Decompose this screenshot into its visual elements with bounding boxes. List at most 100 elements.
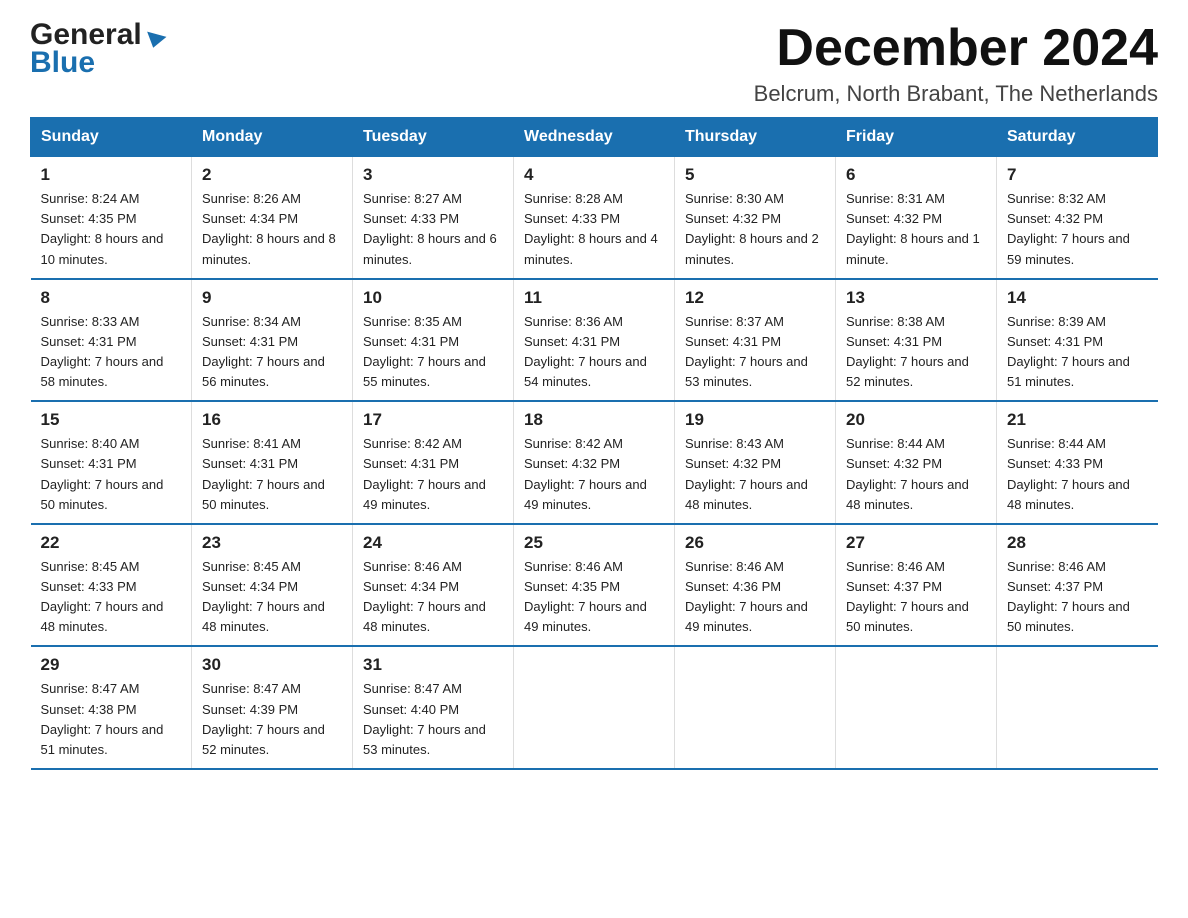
day-info-17: Sunrise: 8:42 AMSunset: 4:31 PMDaylight:… [363, 434, 503, 515]
day-cell-21: 21 Sunrise: 8:44 AMSunset: 4:33 PMDayligh… [997, 401, 1158, 524]
header-saturday: Saturday [997, 118, 1158, 157]
day-number-17: 17 [363, 410, 503, 430]
day-info-23: Sunrise: 8:45 AMSunset: 4:34 PMDaylight:… [202, 557, 342, 638]
page-header: General Blue December 2024 Belcrum, Nort… [30, 20, 1158, 107]
day-number-29: 29 [41, 655, 182, 675]
day-cell-11: 11 Sunrise: 8:36 AMSunset: 4:31 PMDayligh… [514, 279, 675, 402]
day-number-9: 9 [202, 288, 342, 308]
title-section: December 2024 Belcrum, North Brabant, Th… [754, 20, 1158, 107]
day-cell-2: 2 Sunrise: 8:26 AMSunset: 4:34 PMDaylight… [192, 157, 353, 279]
day-cell-15: 15 Sunrise: 8:40 AMSunset: 4:31 PMDayligh… [31, 401, 192, 524]
day-number-3: 3 [363, 165, 503, 185]
header-friday: Friday [836, 118, 997, 157]
day-cell-1: 1 Sunrise: 8:24 AMSunset: 4:35 PMDaylight… [31, 157, 192, 279]
day-info-14: Sunrise: 8:39 AMSunset: 4:31 PMDaylight:… [1007, 312, 1148, 393]
month-title: December 2024 [754, 20, 1158, 77]
day-cell-31: 31 Sunrise: 8:47 AMSunset: 4:40 PMDayligh… [353, 646, 514, 769]
day-info-26: Sunrise: 8:46 AMSunset: 4:36 PMDaylight:… [685, 557, 825, 638]
day-info-18: Sunrise: 8:42 AMSunset: 4:32 PMDaylight:… [524, 434, 664, 515]
day-info-10: Sunrise: 8:35 AMSunset: 4:31 PMDaylight:… [363, 312, 503, 393]
day-info-30: Sunrise: 8:47 AMSunset: 4:39 PMDaylight:… [202, 679, 342, 760]
day-cell-12: 12 Sunrise: 8:37 AMSunset: 4:31 PMDayligh… [675, 279, 836, 402]
day-info-12: Sunrise: 8:37 AMSunset: 4:31 PMDaylight:… [685, 312, 825, 393]
day-info-31: Sunrise: 8:47 AMSunset: 4:40 PMDaylight:… [363, 679, 503, 760]
day-cell-14: 14 Sunrise: 8:39 AMSunset: 4:31 PMDayligh… [997, 279, 1158, 402]
day-number-4: 4 [524, 165, 664, 185]
day-info-5: Sunrise: 8:30 AMSunset: 4:32 PMDaylight:… [685, 189, 825, 270]
day-info-2: Sunrise: 8:26 AMSunset: 4:34 PMDaylight:… [202, 189, 342, 270]
calendar-header-row: SundayMondayTuesdayWednesdayThursdayFrid… [31, 118, 1158, 157]
day-number-10: 10 [363, 288, 503, 308]
logo-blue-text: Blue [30, 48, 165, 78]
day-number-16: 16 [202, 410, 342, 430]
day-number-6: 6 [846, 165, 986, 185]
day-number-30: 30 [202, 655, 342, 675]
day-cell-13: 13 Sunrise: 8:38 AMSunset: 4:31 PMDayligh… [836, 279, 997, 402]
day-cell-28: 28 Sunrise: 8:46 AMSunset: 4:37 PMDayligh… [997, 524, 1158, 647]
day-number-28: 28 [1007, 533, 1148, 553]
day-info-16: Sunrise: 8:41 AMSunset: 4:31 PMDaylight:… [202, 434, 342, 515]
day-number-19: 19 [685, 410, 825, 430]
day-info-4: Sunrise: 8:28 AMSunset: 4:33 PMDaylight:… [524, 189, 664, 270]
week-row-3: 15 Sunrise: 8:40 AMSunset: 4:31 PMDayligh… [31, 401, 1158, 524]
header-sunday: Sunday [31, 118, 192, 157]
day-info-21: Sunrise: 8:44 AMSunset: 4:33 PMDaylight:… [1007, 434, 1148, 515]
calendar-table: SundayMondayTuesdayWednesdayThursdayFrid… [30, 117, 1158, 770]
day-number-23: 23 [202, 533, 342, 553]
day-info-13: Sunrise: 8:38 AMSunset: 4:31 PMDaylight:… [846, 312, 986, 393]
header-monday: Monday [192, 118, 353, 157]
day-info-28: Sunrise: 8:46 AMSunset: 4:37 PMDaylight:… [1007, 557, 1148, 638]
day-number-11: 11 [524, 288, 664, 308]
day-number-31: 31 [363, 655, 503, 675]
day-cell-6: 6Sunrise: 8:31 AMSunset: 4:32 PMDaylight… [836, 157, 997, 279]
day-number-14: 14 [1007, 288, 1148, 308]
day-info-15: Sunrise: 8:40 AMSunset: 4:31 PMDaylight:… [41, 434, 182, 515]
day-cell-30: 30 Sunrise: 8:47 AMSunset: 4:39 PMDayligh… [192, 646, 353, 769]
header-tuesday: Tuesday [353, 118, 514, 157]
week-row-5: 29 Sunrise: 8:47 AMSunset: 4:38 PMDayligh… [31, 646, 1158, 769]
day-cell-18: 18 Sunrise: 8:42 AMSunset: 4:32 PMDayligh… [514, 401, 675, 524]
day-cell-24: 24Sunrise: 8:46 AMSunset: 4:34 PMDayligh… [353, 524, 514, 647]
day-number-18: 18 [524, 410, 664, 430]
day-cell-7: 7Sunrise: 8:32 AMSunset: 4:32 PMDaylight… [997, 157, 1158, 279]
empty-cell [836, 646, 997, 769]
week-row-1: 1 Sunrise: 8:24 AMSunset: 4:35 PMDaylight… [31, 157, 1158, 279]
header-wednesday: Wednesday [514, 118, 675, 157]
empty-cell [675, 646, 836, 769]
empty-cell [997, 646, 1158, 769]
day-info-3: Sunrise: 8:27 AMSunset: 4:33 PMDaylight:… [363, 189, 503, 270]
day-number-15: 15 [41, 410, 182, 430]
day-cell-19: 19 Sunrise: 8:43 AMSunset: 4:32 PMDayligh… [675, 401, 836, 524]
day-cell-27: 27Sunrise: 8:46 AMSunset: 4:37 PMDayligh… [836, 524, 997, 647]
day-info-8: Sunrise: 8:33 AMSunset: 4:31 PMDaylight:… [41, 312, 182, 393]
day-cell-9: 9Sunrise: 8:34 AMSunset: 4:31 PMDaylight… [192, 279, 353, 402]
day-info-25: Sunrise: 8:46 AMSunset: 4:35 PMDaylight:… [524, 557, 664, 638]
day-cell-17: 17 Sunrise: 8:42 AMSunset: 4:31 PMDayligh… [353, 401, 514, 524]
day-number-2: 2 [202, 165, 342, 185]
day-number-12: 12 [685, 288, 825, 308]
day-number-25: 25 [524, 533, 664, 553]
header-thursday: Thursday [675, 118, 836, 157]
day-info-11: Sunrise: 8:36 AMSunset: 4:31 PMDaylight:… [524, 312, 664, 393]
day-cell-20: 20Sunrise: 8:44 AMSunset: 4:32 PMDayligh… [836, 401, 997, 524]
day-info-29: Sunrise: 8:47 AMSunset: 4:38 PMDaylight:… [41, 679, 182, 760]
day-number-13: 13 [846, 288, 986, 308]
day-cell-26: 26 Sunrise: 8:46 AMSunset: 4:36 PMDayligh… [675, 524, 836, 647]
day-info-19: Sunrise: 8:43 AMSunset: 4:32 PMDaylight:… [685, 434, 825, 515]
day-cell-8: 8 Sunrise: 8:33 AMSunset: 4:31 PMDaylight… [31, 279, 192, 402]
day-number-21: 21 [1007, 410, 1148, 430]
day-number-27: 27 [846, 533, 986, 553]
day-info-1: Sunrise: 8:24 AMSunset: 4:35 PMDaylight:… [41, 189, 182, 270]
day-info-22: Sunrise: 8:45 AMSunset: 4:33 PMDaylight:… [41, 557, 182, 638]
day-cell-22: 22Sunrise: 8:45 AMSunset: 4:33 PMDayligh… [31, 524, 192, 647]
day-cell-10: 10 Sunrise: 8:35 AMSunset: 4:31 PMDayligh… [353, 279, 514, 402]
day-number-26: 26 [685, 533, 825, 553]
logo: General Blue [30, 20, 165, 78]
day-number-1: 1 [41, 165, 182, 185]
day-cell-5: 5Sunrise: 8:30 AMSunset: 4:32 PMDaylight… [675, 157, 836, 279]
day-number-24: 24 [363, 533, 503, 553]
day-cell-29: 29 Sunrise: 8:47 AMSunset: 4:38 PMDayligh… [31, 646, 192, 769]
location-title: Belcrum, North Brabant, The Netherlands [754, 81, 1158, 107]
day-number-8: 8 [41, 288, 182, 308]
day-number-7: 7 [1007, 165, 1148, 185]
